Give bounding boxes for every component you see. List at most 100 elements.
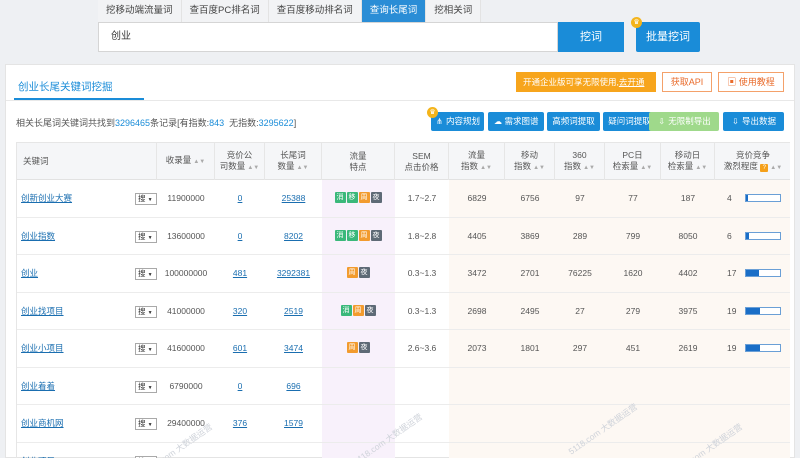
- content-planning-button[interactable]: ⋔ 内容规划: [431, 112, 484, 131]
- keyword-link[interactable]: 创业指数: [21, 218, 55, 255]
- bid-companies-cell: 601: [215, 330, 265, 367]
- longtail-link[interactable]: 696: [286, 381, 300, 391]
- longtail-link[interactable]: 25388: [282, 193, 306, 203]
- tutorial-button[interactable]: ▣ 使用教程: [718, 72, 784, 92]
- tab-related-words[interactable]: 挖相关词: [426, 0, 482, 22]
- keyword-link[interactable]: 创业着着: [21, 368, 55, 405]
- feature-badge: 周: [346, 342, 358, 353]
- keyword-link[interactable]: 创新创业大赛: [21, 180, 72, 217]
- traffic-index-cell: 2698: [467, 305, 487, 316]
- search-button[interactable]: 挖词: [558, 22, 624, 52]
- tab-baidu-pc-ranking[interactable]: 查百度PC排名词: [181, 0, 269, 22]
- header-traffic-index[interactable]: 流量 指数 ▲▼: [449, 143, 505, 180]
- get-api-button[interactable]: 获取API: [662, 72, 712, 92]
- bid-companies-link[interactable]: 481: [233, 268, 247, 278]
- table-row: 创业 搜 ▼ 100000000 481 3292381 周夜 0.3~1.3 3472 270…: [17, 255, 790, 293]
- feature-badge: 消: [334, 229, 346, 241]
- traffic-feature-badges: 消移周夜: [328, 192, 388, 205]
- panel-title: 创业长尾关键词挖掘: [18, 81, 113, 93]
- sem-price-cell: 2.6~3.6: [407, 343, 437, 353]
- header-index-count[interactable]: 收录量 ▲▼: [157, 143, 215, 180]
- export-data-button[interactable]: ⇩ 导出数据: [723, 112, 784, 131]
- longtail-link[interactable]: 3292381: [277, 268, 310, 278]
- bid-companies-cell: 249: [215, 443, 265, 458]
- search-engine-select[interactable]: 搜 ▼: [135, 268, 157, 280]
- sem-price-cell: 1.8~2.8: [407, 230, 437, 241]
- bid-companies-cell: 320: [215, 293, 265, 330]
- header-longtail-count[interactable]: 长尾词 数量 ▲▼: [265, 143, 322, 180]
- search-engine-select[interactable]: 搜 ▼: [135, 305, 157, 318]
- feature-badge: 消: [334, 192, 346, 203]
- keyword-link[interactable]: 创业找项目: [21, 293, 64, 330]
- keyword-table: 关键词 收录量 ▲▼ 竞价公 司数量 ▲▼ 长尾词 数量 ▲▼ 流量 特点 SEM 点击价格 …: [16, 142, 790, 458]
- feature-badge: 夜: [370, 229, 382, 241]
- index-count-cell: 41000000: [167, 305, 205, 316]
- open-enterprise-link[interactable]: 去开通: [619, 77, 645, 87]
- mobile-daily-cell: 4402: [678, 268, 698, 278]
- tab-longtail-query[interactable]: 查询长尾词: [361, 0, 427, 22]
- competition-score: 19: [727, 343, 737, 353]
- bid-companies-link[interactable]: 0: [238, 231, 243, 241]
- table-row: 创业找项目 搜 ▼ 41000000 320 2519 消周夜 0.3~1.3 2698 249…: [17, 293, 790, 330]
- bid-companies-cell: 376: [215, 405, 265, 442]
- bid-companies-link[interactable]: 320: [233, 306, 247, 316]
- header-bid-companies[interactable]: 竞价公 司数量 ▲▼: [215, 143, 265, 180]
- search-engine-select[interactable]: 搜 ▼: [135, 193, 157, 205]
- search-engine-select[interactable]: 搜 ▼: [135, 380, 157, 393]
- longtail-link[interactable]: 2519: [284, 306, 303, 316]
- keyword-link[interactable]: 创业项目: [21, 443, 55, 458]
- keyword-link[interactable]: 创业商机网: [21, 405, 64, 442]
- search-engine-select[interactable]: 搜 ▼: [135, 230, 157, 243]
- high-frequency-extract-button[interactable]: 高频词提取: [547, 112, 600, 131]
- traffic-index-cell: [449, 443, 505, 458]
- feature-badge: 移: [346, 229, 358, 241]
- mobile-index-cell: 2495: [520, 305, 540, 316]
- traffic-index-cell: 2073: [467, 343, 487, 353]
- help-icon[interactable]: ?: [760, 163, 769, 172]
- keyword-link[interactable]: 创业: [21, 255, 38, 292]
- competition-bar-fill: [746, 307, 761, 314]
- action-label: 无限制导出: [668, 116, 711, 126]
- longtail-cell: 3474: [265, 330, 322, 367]
- unlimited-export-button[interactable]: ⇩ 无限制导出: [649, 112, 719, 131]
- competition-score: 19: [727, 305, 737, 316]
- longtail-link[interactable]: 8202: [284, 231, 303, 241]
- chevron-down-icon: ▼: [147, 309, 153, 316]
- longtail-link[interactable]: 3474: [284, 343, 303, 353]
- tab-baidu-mobile-ranking[interactable]: 查百度移动排名词: [268, 0, 362, 22]
- competition-bar-fill: [746, 270, 759, 276]
- header-pc-daily[interactable]: PC日 检索量 ▲▼: [605, 143, 661, 180]
- header-competition[interactable]: 竞价竞争 激烈程度 ? ▲▼: [715, 143, 790, 180]
- search-engine-select[interactable]: 搜 ▼: [135, 418, 157, 430]
- pc-daily-cell: 1620: [623, 268, 643, 278]
- mobile-daily-cell: 2619: [678, 343, 698, 353]
- promo-banner: 开通企业版可享无限使用,去开通: [516, 72, 656, 92]
- competition-bar-fill: [746, 195, 749, 201]
- competition-score: 4: [727, 193, 732, 203]
- header-360-index[interactable]: 360 指数 ▲▼: [555, 143, 605, 180]
- index-360-cell: 27: [575, 305, 585, 316]
- summary-suffix: ]: [293, 118, 297, 128]
- keyword-link[interactable]: 创业小项目: [21, 330, 64, 367]
- chevron-down-icon: ▼: [147, 422, 153, 428]
- bid-companies-link[interactable]: 0: [238, 381, 243, 391]
- longtail-cell: 3292381: [265, 255, 322, 292]
- bid-companies-link[interactable]: 376: [233, 418, 247, 428]
- header-mobile-index[interactable]: 移动 指数 ▲▼: [505, 143, 555, 180]
- tab-mobile-traffic-words[interactable]: 挖移动端流量词: [98, 0, 182, 22]
- bid-companies-link[interactable]: 601: [233, 343, 247, 353]
- feature-badge: 夜: [364, 304, 376, 316]
- search-input[interactable]: 创业: [98, 22, 558, 52]
- search-engine-select[interactable]: 搜 ▼: [135, 343, 157, 355]
- sem-price-cell: 1.7~2.7: [407, 193, 437, 203]
- pc-daily-cell: [605, 368, 661, 405]
- bulk-search-button[interactable]: 批量挖词: [636, 22, 700, 52]
- longtail-link[interactable]: 1579: [284, 418, 303, 428]
- table-row: 创新创业大赛 搜 ▼ 11900000 0 25388 消移周夜 1.7~2.7 6829 67…: [17, 180, 790, 218]
- action-label: 需求图谱: [504, 116, 539, 126]
- bid-companies-link[interactable]: 0: [238, 193, 243, 203]
- table-row: 创业小项目 搜 ▼ 41600000 601 3474 周夜 2.6~3.6 2073 1801…: [17, 330, 790, 368]
- results-summary: 相关长尾词关键词共找到3296465条记录[有指数:843 无指数:329562…: [16, 116, 296, 129]
- demand-graph-button[interactable]: ☁ 需求图谱: [488, 112, 544, 131]
- header-mobile-daily[interactable]: 移动日 检索量 ▲▼: [661, 143, 715, 180]
